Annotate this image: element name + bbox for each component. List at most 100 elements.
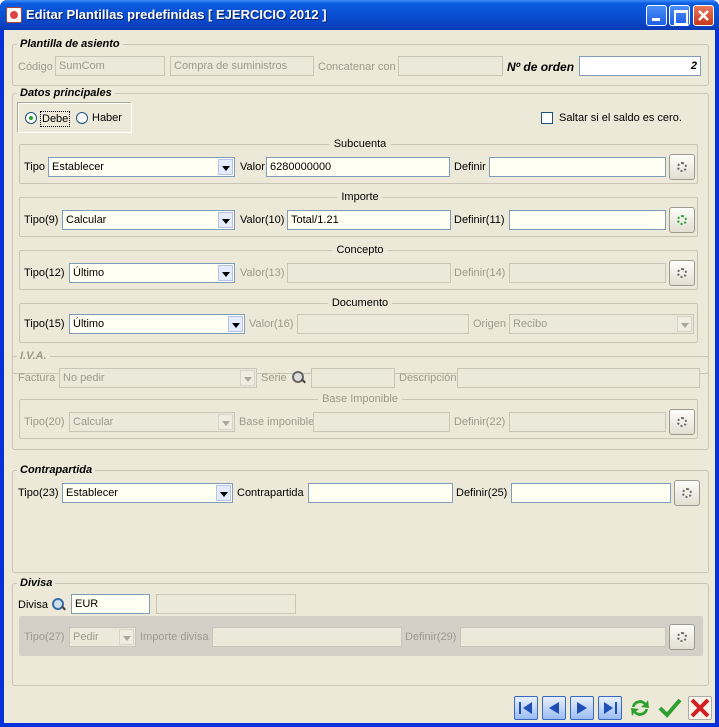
chevron-down-icon[interactable] [218, 212, 233, 228]
divisa-definir-field[interactable] [460, 627, 666, 647]
concepto-caption: Concepto [332, 244, 388, 256]
contra-definir-field[interactable] [511, 483, 671, 503]
app-window: Editar Plantillas predefinidas [ EJERCIC… [0, 0, 719, 727]
contra-tipo-select[interactable]: Establecer [62, 483, 233, 503]
importe-tipo-select[interactable]: Calcular [62, 210, 235, 230]
subcuenta-valor-label: Valor [240, 161, 265, 173]
serie-field[interactable] [311, 368, 395, 388]
descripcion-field[interactable]: Compra de suministros [170, 56, 314, 76]
gear-icon [677, 632, 687, 642]
chevron-down-icon[interactable] [218, 265, 233, 281]
importe-divisa-label: Importe divisa [140, 631, 209, 643]
haber-label[interactable]: Haber [92, 111, 122, 125]
divisa-config-button[interactable] [669, 624, 695, 650]
group-title: I.V.A. [17, 350, 50, 362]
subcuenta-valor-field[interactable]: 6280000000 [266, 157, 450, 177]
documento-valor-field[interactable] [297, 314, 469, 334]
accept-icon [658, 698, 682, 718]
importe-tipo-value: Calcular [66, 214, 107, 226]
concepto-tipo-select[interactable]: Último [69, 263, 235, 283]
importe-definir-label: Definir(11) [454, 214, 505, 226]
base-imponible-label: Base imponible [239, 416, 315, 428]
documento-origen-label: Origen [473, 318, 507, 330]
prev-record-button[interactable] [542, 696, 566, 720]
documento-tipo-select[interactable]: Último [69, 314, 245, 334]
first-record-button[interactable] [514, 696, 538, 720]
last-record-button[interactable] [598, 696, 622, 720]
importe-caption: Importe [337, 191, 383, 203]
search-icon[interactable] [52, 598, 66, 612]
chevron-down-icon[interactable] [677, 316, 692, 332]
divisa-desc-field[interactable] [156, 594, 296, 614]
orden-label: Nº de orden [507, 60, 575, 74]
accept-button[interactable] [658, 696, 682, 720]
concatenar-label: Concatenar con [318, 61, 396, 73]
dialog-client: Plantilla de asiento Código SumCom Compr… [4, 30, 715, 723]
title-bar[interactable]: Editar Plantillas predefinidas [ EJERCIC… [0, 0, 719, 30]
concepto-config-button[interactable] [669, 260, 695, 286]
debe-radio[interactable] [25, 112, 37, 124]
subcuenta-config-button[interactable] [669, 154, 695, 180]
chevron-down-icon[interactable] [240, 370, 255, 386]
descripcion-iva-field[interactable] [457, 368, 700, 388]
subcuenta-tipo-value: Establecer [52, 161, 104, 173]
gear-icon [677, 417, 687, 427]
chevron-down-icon[interactable] [119, 629, 134, 645]
first-icon [519, 702, 532, 714]
contra-config-button[interactable] [674, 480, 700, 506]
serie-label: Serie [261, 372, 287, 384]
next-record-button[interactable] [570, 696, 594, 720]
importe-valor-field[interactable]: Total/1.21 [287, 210, 451, 230]
importe-divisa-field[interactable] [212, 627, 402, 647]
divisa-tipo-select[interactable]: Pedir [69, 627, 136, 647]
importe-definir-field[interactable] [509, 210, 666, 230]
divisa-tipo-value: Pedir [73, 631, 99, 643]
group-title: Contrapartida [17, 464, 96, 476]
cancel-icon [690, 698, 710, 718]
subcuenta-tipo-select[interactable]: Establecer [48, 157, 235, 177]
documento-tipo-label: Tipo(15) [24, 318, 65, 330]
concepto-definir-field[interactable] [509, 263, 666, 283]
contra-tipo-label: Tipo(23) [18, 487, 59, 499]
chevron-down-icon[interactable] [216, 485, 231, 501]
contrapartida-field[interactable] [308, 483, 453, 503]
base-definir-label: Definir(22) [454, 416, 506, 428]
close-icon [698, 10, 709, 21]
saltar-label: Saltar si el saldo es cero. [559, 112, 682, 124]
window-title: Editar Plantillas predefinidas [ EJERCIC… [26, 7, 327, 22]
cancel-button[interactable] [688, 696, 712, 720]
group-title: Divisa [17, 577, 56, 589]
chevron-down-icon[interactable] [218, 159, 233, 175]
maximize-button[interactable] [669, 5, 690, 26]
importe-valor-label: Valor(10) [240, 214, 285, 226]
search-icon[interactable] [292, 371, 306, 385]
chevron-down-icon[interactable] [228, 316, 243, 332]
refresh-button[interactable] [628, 696, 652, 720]
orden-field[interactable]: 2 [579, 56, 701, 76]
haber-radio[interactable] [76, 112, 88, 124]
close-button[interactable] [693, 5, 714, 26]
concepto-definir-label: Definir(14) [454, 267, 506, 279]
base-imponible-field[interactable] [313, 412, 450, 432]
contra-definir-label: Definir(25) [456, 487, 508, 499]
base-tipo-label: Tipo(20) [24, 416, 65, 428]
documento-origen-select[interactable]: Recibo [509, 314, 694, 334]
concepto-valor-field[interactable] [287, 263, 451, 283]
divisa-field[interactable]: EUR [71, 594, 150, 614]
concatenar-field[interactable] [398, 56, 503, 76]
factura-select[interactable]: No pedir [59, 368, 257, 388]
base-tipo-select[interactable]: Calcular [69, 412, 235, 432]
codigo-field[interactable]: SumCom [55, 56, 165, 76]
chevron-down-icon[interactable] [218, 414, 233, 430]
debe-label[interactable]: Debe [40, 111, 71, 127]
minimize-button[interactable] [646, 5, 667, 26]
app-icon [6, 7, 22, 23]
importe-config-button[interactable] [669, 207, 695, 233]
factura-value: No pedir [63, 372, 105, 384]
base-config-button[interactable] [669, 409, 695, 435]
subcuenta-definir-field[interactable] [489, 157, 666, 177]
saltar-checkbox[interactable] [541, 112, 553, 124]
concepto-valor-label: Valor(13) [240, 267, 285, 279]
subcuenta-caption: Subcuenta [329, 138, 391, 150]
base-definir-field[interactable] [509, 412, 666, 432]
